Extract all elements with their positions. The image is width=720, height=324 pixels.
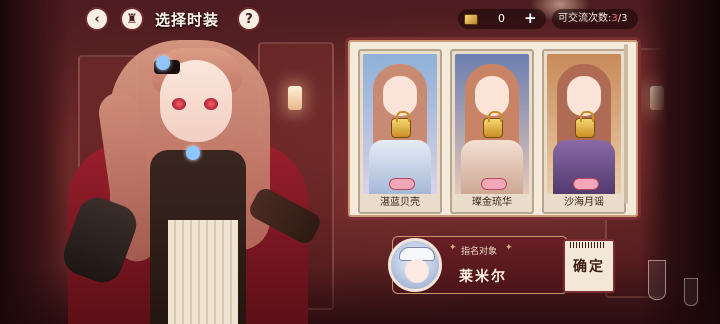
back-button[interactable]: ‹ (85, 7, 109, 31)
back-arrow-icon: ‹ (94, 11, 100, 27)
exchange-count: 可交流次数:3/3 (552, 9, 638, 29)
outfit-face (383, 76, 417, 116)
ticket-icon (464, 13, 478, 25)
wine-glass (648, 260, 666, 300)
currency-display: 0 + (458, 9, 546, 29)
outfit-panel: 湛蓝贝壳 璨金琉华 沙海月谣 (345, 37, 641, 220)
token-icon (389, 178, 415, 190)
wall-sconce (288, 86, 302, 110)
lock-icon (391, 111, 411, 138)
help-icon: ? (245, 11, 253, 27)
barcode-decoration (570, 242, 606, 248)
outfit-face (475, 76, 509, 116)
target-label: 指名对象 (461, 247, 498, 257)
outfit-card[interactable]: 沙海月谣 (542, 49, 626, 214)
home-button[interactable]: ♜ (120, 7, 144, 31)
outfit-name: 璨金琉华 (472, 197, 512, 208)
hair-flower-icon (156, 56, 170, 70)
page-title: 选择时装 (155, 11, 220, 29)
sparkle-icon: ✦ (505, 243, 513, 253)
outfit-art (363, 54, 437, 194)
outfit-art (455, 54, 529, 194)
character-eye (204, 98, 218, 110)
outfit-name: 沙海月谣 (564, 197, 604, 208)
target-avatar[interactable] (388, 238, 442, 292)
outfit-card[interactable]: 璨金琉华 (450, 49, 534, 214)
outfit-art (547, 54, 621, 194)
scrollbar[interactable] (624, 44, 628, 204)
add-currency-button[interactable]: + (524, 9, 537, 27)
sparkle-icon: ✦ (449, 243, 457, 253)
outfit-face (567, 76, 601, 116)
lock-icon (575, 111, 595, 138)
character-skirt (168, 220, 238, 324)
confirm-label: 确定 (573, 259, 605, 275)
help-button[interactable]: ? (237, 7, 261, 31)
currency-value: 0 (498, 12, 505, 25)
outfit-list[interactable]: 湛蓝贝壳 璨金琉华 沙海月谣 (358, 49, 634, 214)
outfit-name: 湛蓝贝壳 (380, 197, 420, 208)
outfit-card[interactable]: 湛蓝贝壳 (358, 49, 442, 214)
top-bar: ‹ ♜ 选择时装 ? 0 + 可交流次数:3/3 (0, 0, 720, 38)
exchange-label: 可交流次数: (558, 13, 612, 24)
token-icon (573, 178, 599, 190)
token-icon (481, 178, 507, 190)
avatar-face (405, 259, 429, 283)
character-eye (172, 98, 186, 110)
wine-glass (684, 278, 698, 306)
exchange-total: /3 (617, 13, 628, 24)
castle-home-icon: ♜ (126, 11, 138, 27)
lock-icon (483, 111, 503, 138)
target-name: 莱米尔 (459, 269, 507, 285)
brooch-flower-icon (186, 146, 200, 160)
